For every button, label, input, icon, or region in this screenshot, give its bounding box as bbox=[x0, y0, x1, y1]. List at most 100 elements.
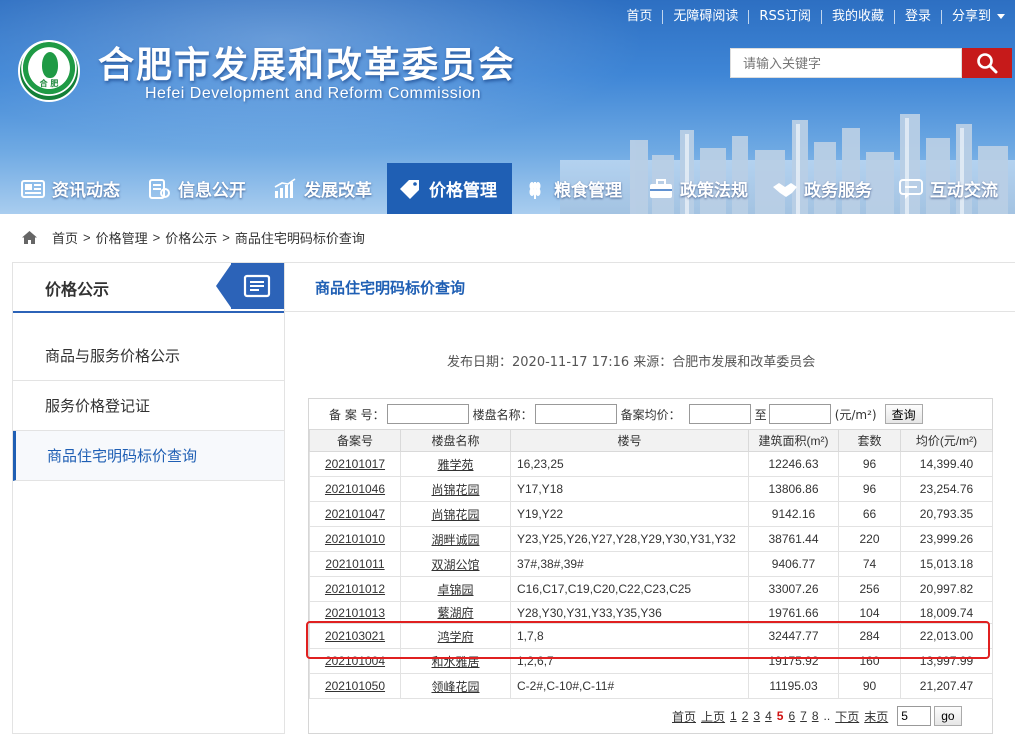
nav-item-interaction[interactable]: 互动交流 bbox=[898, 163, 1015, 214]
cell-project-name[interactable]: 卓锦园 bbox=[400, 576, 511, 602]
nav-item-services[interactable]: 政务服务 bbox=[772, 163, 884, 214]
nav-item-label: 粮食管理 bbox=[554, 181, 622, 201]
project-name-input[interactable] bbox=[534, 404, 617, 424]
pager-next[interactable]: 下页 bbox=[835, 708, 859, 725]
cell-record-no[interactable]: 202101004 bbox=[309, 648, 401, 674]
top-link-favorites[interactable]: 我的收藏 bbox=[820, 10, 894, 24]
cell-building-no: 16,23,25 bbox=[510, 451, 749, 477]
cell-project-name[interactable]: 尚锦花园 bbox=[400, 476, 511, 502]
main-nav: 资讯动态 信息公开 发展改革 价格管理 粮食管理 政策法规 政务服务 互动交流 bbox=[0, 163, 1015, 214]
cell-project-name[interactable]: 雅学苑 bbox=[400, 451, 511, 477]
pager-page-current: 5 bbox=[776, 709, 784, 723]
cell-building-no: Y19,Y22 bbox=[510, 501, 749, 527]
cell-record-no[interactable]: 202101010 bbox=[309, 526, 401, 552]
cell-project-name[interactable]: 湖畔诚园 bbox=[400, 526, 511, 552]
cell-units: 160 bbox=[838, 648, 901, 674]
nav-item-label: 发展改革 bbox=[304, 181, 372, 201]
sidebar-tab bbox=[231, 263, 284, 309]
cell-area: 38761.44 bbox=[748, 526, 839, 552]
handshake-icon bbox=[773, 182, 797, 197]
cell-units: 74 bbox=[838, 551, 901, 577]
col-header-building-no: 楼号 bbox=[510, 429, 749, 452]
pager-page-7[interactable]: 7 bbox=[800, 709, 807, 723]
cell-project-name[interactable]: 蘩湖府 bbox=[400, 601, 511, 624]
cell-units: 256 bbox=[838, 576, 901, 602]
sidebar-item-price-registration[interactable]: 服务价格登记证 bbox=[13, 381, 284, 431]
page-number-input[interactable] bbox=[897, 706, 932, 726]
go-button[interactable]: go bbox=[934, 706, 962, 726]
chevron-down-icon bbox=[997, 14, 1005, 19]
breadcrumb-separator: > bbox=[152, 229, 161, 245]
cell-avg-price: 18,009.74 bbox=[900, 601, 993, 624]
cell-record-no[interactable]: 202101047 bbox=[309, 501, 401, 527]
sidebar-header: 价格公示 bbox=[13, 263, 284, 313]
pager-page-1[interactable]: 1 bbox=[730, 709, 737, 723]
breadcrumb-price-management[interactable]: 价格管理 bbox=[96, 228, 148, 247]
nav-item-grain[interactable]: 粮食管理 bbox=[522, 163, 634, 214]
cell-project-name[interactable]: 领峰花园 bbox=[400, 673, 511, 699]
cell-building-no: Y23,Y25,Y26,Y27,Y28,Y29,Y30,Y31,Y32 bbox=[510, 526, 749, 552]
top-link-login[interactable]: 登录 bbox=[893, 10, 941, 24]
cell-building-no: Y28,Y30,Y31,Y33,Y35,Y36 bbox=[510, 601, 749, 624]
price-min-input[interactable] bbox=[688, 404, 751, 424]
price-table: 备案号 楼盘名称 楼号 建筑面积(m²) 套数 均价(元/m²) 2021010… bbox=[309, 429, 993, 699]
nav-item-price[interactable]: 价格管理 bbox=[387, 163, 512, 214]
sidebar-item-housing-price-query[interactable]: 商品住宅明码标价查询 bbox=[13, 431, 284, 481]
sidebar: 价格公示 商品与服务价格公示 服务价格登记证 商品住宅明码标价查询 bbox=[12, 262, 285, 734]
pager-first[interactable]: 首页 bbox=[672, 708, 696, 725]
cell-record-no[interactable]: 202103021 bbox=[309, 623, 401, 649]
cell-area: 32447.77 bbox=[748, 623, 839, 649]
breadcrumb-price-notice[interactable]: 价格公示 bbox=[165, 228, 217, 247]
nav-item-development[interactable]: 发展改革 bbox=[272, 163, 384, 214]
pager-page-3[interactable]: 3 bbox=[753, 709, 760, 723]
cell-record-no[interactable]: 202101046 bbox=[309, 476, 401, 502]
search-button[interactable] bbox=[962, 48, 1012, 78]
cell-project-name[interactable]: 双湖公馆 bbox=[400, 551, 511, 577]
cell-record-no[interactable]: 202101013 bbox=[309, 601, 401, 624]
nav-item-label: 互动交流 bbox=[930, 181, 998, 201]
table-row: 202101013 蘩湖府 Y28,Y30,Y31,Y33,Y35,Y36 19761… bbox=[309, 601, 993, 624]
cell-project-name[interactable]: 尚锦花园 bbox=[400, 501, 511, 527]
nav-item-policy[interactable]: 政策法规 bbox=[648, 163, 760, 214]
cell-units: 90 bbox=[838, 673, 901, 699]
chat-icon bbox=[899, 178, 923, 199]
cell-record-no[interactable]: 202101012 bbox=[309, 576, 401, 602]
to-label: 至 bbox=[754, 407, 767, 422]
logo-text: 合 肥 bbox=[39, 79, 59, 88]
cell-units: 96 bbox=[838, 476, 901, 502]
nav-item-info[interactable]: 信息公开 bbox=[146, 163, 258, 214]
pager-page-4[interactable]: 4 bbox=[765, 709, 772, 723]
cell-record-no[interactable]: 202101017 bbox=[309, 451, 401, 477]
query-button[interactable]: 查询 bbox=[884, 404, 923, 424]
pager-page-6[interactable]: 6 bbox=[788, 709, 795, 723]
top-link-rss[interactable]: RSS订阅 bbox=[748, 10, 821, 24]
pager-prev[interactable]: 上页 bbox=[701, 708, 725, 725]
top-link-home[interactable]: 首页 bbox=[616, 10, 662, 24]
home-icon[interactable] bbox=[22, 230, 37, 244]
cell-project-name[interactable]: 鸿学府 bbox=[400, 623, 511, 649]
pager-page-2[interactable]: 2 bbox=[742, 709, 749, 723]
cell-record-no[interactable]: 202101050 bbox=[309, 673, 401, 699]
cell-project-name[interactable]: 和水雅居 bbox=[400, 648, 511, 674]
site-logo[interactable]: 合 肥 bbox=[18, 40, 80, 102]
cell-units: 104 bbox=[838, 601, 901, 624]
search-icon bbox=[977, 53, 998, 74]
pager-page-8[interactable]: 8 bbox=[812, 709, 819, 723]
cell-building-no: C-2#,C-10#,C-11# bbox=[510, 673, 749, 699]
nav-item-news[interactable]: 资讯动态 bbox=[20, 163, 132, 214]
top-link-accessibility[interactable]: 无障碍阅读 bbox=[662, 10, 748, 24]
cell-record-no[interactable]: 202101011 bbox=[309, 551, 401, 577]
breadcrumb-separator: > bbox=[222, 229, 230, 245]
cell-avg-price: 21,207.47 bbox=[900, 673, 993, 699]
record-no-input[interactable] bbox=[386, 404, 469, 424]
price-max-input[interactable] bbox=[768, 404, 831, 424]
sidebar-item-goods-services-price[interactable]: 商品与服务价格公示 bbox=[13, 331, 284, 381]
top-link-share[interactable]: 分享到 bbox=[940, 10, 1015, 24]
cell-avg-price: 23,999.26 bbox=[900, 526, 993, 552]
search-input[interactable] bbox=[730, 48, 962, 78]
pager-last[interactable]: 末页 bbox=[864, 708, 888, 725]
breadcrumb-home[interactable]: 首页 bbox=[52, 228, 78, 247]
list-icon bbox=[243, 274, 271, 298]
project-name-label: 楼盘名称： bbox=[472, 407, 533, 422]
cell-avg-price: 13,997.99 bbox=[900, 648, 993, 674]
